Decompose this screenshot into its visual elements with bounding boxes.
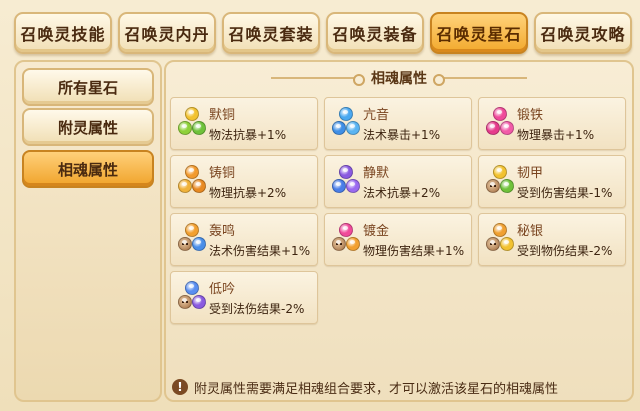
gem-icon	[346, 121, 360, 135]
divider-right	[433, 74, 527, 86]
attribute-card[interactable]: 静默 法术抗暴+2%	[324, 155, 472, 208]
attribute-effect: 受到物伤结果-2%	[517, 244, 613, 258]
gem-icon	[192, 121, 206, 135]
gem-icon	[192, 237, 206, 251]
attribute-effect: 物理伤害结果+1%	[363, 244, 465, 258]
panel-header: 相魂属性	[166, 66, 632, 90]
attribute-card[interactable]: 锻铁 物理暴击+1%	[478, 97, 626, 150]
attribute-effect: 法术抗暴+2%	[363, 186, 441, 200]
gem-icon	[500, 121, 514, 135]
gem-icon	[339, 107, 353, 121]
attribute-name: 静默	[363, 166, 390, 181]
game-window: 召唤灵技能 召唤灵内丹 召唤灵套装 召唤灵装备 召唤灵星石 召唤灵攻略 所有星石…	[0, 0, 640, 411]
gem-icon	[185, 223, 199, 237]
gem-icon	[500, 237, 514, 251]
gem-icon	[346, 237, 360, 251]
gem-icon	[493, 165, 507, 179]
attribute-effect: 物理抗暴+2%	[209, 186, 287, 200]
attribute-card[interactable]: 亢音 法术暴击+1%	[324, 97, 472, 150]
side-nav: 所有星石 附灵属性 相魂属性	[14, 60, 162, 402]
gem-combo-icon	[485, 221, 515, 259]
tab-star-stone[interactable]: 召唤灵星石	[430, 12, 528, 54]
attribute-name: 低吟	[209, 282, 236, 297]
gem-icon	[178, 179, 192, 193]
gem-combo-icon	[177, 163, 207, 201]
attribute-effect: 受到法伤结果-2%	[209, 302, 305, 316]
gem-icon	[500, 179, 514, 193]
nav-attach-attributes[interactable]: 附灵属性	[22, 108, 154, 146]
attribute-name: 锻铁	[517, 108, 544, 123]
attribute-card[interactable]: 铸铜 物理抗暴+2%	[170, 155, 318, 208]
gem-icon	[493, 223, 507, 237]
gem-icon	[178, 121, 192, 135]
gem-icon	[332, 121, 346, 135]
spirit-face-icon	[486, 237, 500, 251]
spirit-face-icon	[178, 295, 192, 309]
gem-icon	[192, 295, 206, 309]
attribute-name: 铸铜	[209, 166, 236, 181]
gem-combo-icon	[485, 163, 515, 201]
gem-combo-icon	[331, 163, 361, 201]
attribute-name: 轰鸣	[209, 224, 236, 239]
gem-icon	[486, 121, 500, 135]
gem-combo-icon	[485, 105, 515, 143]
attribute-effect: 法术伤害结果+1%	[209, 244, 311, 258]
attribute-effect: 物理暴击+1%	[517, 128, 595, 142]
gem-icon	[493, 107, 507, 121]
gem-icon	[192, 179, 206, 193]
gem-combo-icon	[177, 279, 207, 317]
attribute-name: 默铜	[209, 108, 236, 123]
gem-icon	[346, 179, 360, 193]
attribute-card[interactable]: 轰鸣 法术伤害结果+1%	[170, 213, 318, 266]
attribute-card[interactable]: 默铜 物法抗暴+1%	[170, 97, 318, 150]
attribute-card[interactable]: 低吟 受到法伤结果-2%	[170, 271, 318, 324]
nav-all-stones[interactable]: 所有星石	[22, 68, 154, 106]
tab-equipment[interactable]: 召唤灵装备	[326, 12, 424, 54]
gem-icon	[332, 179, 346, 193]
attribute-effect: 受到伤害结果-1%	[517, 186, 613, 200]
attribute-effect: 法术暴击+1%	[363, 128, 441, 142]
gem-combo-icon	[331, 221, 361, 259]
tab-inner-core[interactable]: 召唤灵内丹	[118, 12, 216, 54]
gem-icon	[185, 107, 199, 121]
gem-combo-icon	[177, 105, 207, 143]
warning-icon: !	[172, 379, 188, 395]
attribute-name: 亢音	[363, 108, 390, 123]
attribute-name: 韧甲	[517, 166, 544, 181]
spirit-face-icon	[332, 237, 346, 251]
gem-icon	[185, 281, 199, 295]
spirit-face-icon	[178, 237, 192, 251]
tab-skills[interactable]: 召唤灵技能	[14, 12, 112, 54]
tab-guide[interactable]: 召唤灵攻略	[534, 12, 632, 54]
attribute-effect: 物法抗暴+1%	[209, 128, 287, 142]
gem-icon	[339, 165, 353, 179]
gem-combo-icon	[177, 221, 207, 259]
nav-phase-soul-attributes[interactable]: 相魂属性	[22, 150, 154, 188]
attribute-name: 镀金	[363, 224, 390, 239]
gem-combo-icon	[331, 105, 361, 143]
requirement-notice: ! 附灵属性需要满足相魂组合要求，才可以激活该星石的相魂属性	[172, 376, 628, 398]
divider-left	[271, 74, 365, 86]
panel-title: 相魂属性	[371, 71, 427, 87]
gem-icon	[339, 223, 353, 237]
notice-text: 附灵属性需要满足相魂组合要求，才可以激活该星石的相魂属性	[194, 381, 559, 397]
attribute-card[interactable]: 秘银 受到物伤结果-2%	[478, 213, 626, 266]
gem-icon	[185, 165, 199, 179]
top-tabs: 召唤灵技能 召唤灵内丹 召唤灵套装 召唤灵装备 召唤灵星石 召唤灵攻略	[14, 12, 634, 54]
attribute-card[interactable]: 韧甲 受到伤害结果-1%	[478, 155, 626, 208]
attribute-name: 秘银	[517, 224, 544, 239]
tab-set[interactable]: 召唤灵套装	[222, 12, 320, 54]
attribute-panel: 相魂属性 默铜 物法抗暴+1% 亢音 法术暴击+1% 锻铁 物理暴击+1% 铸铜…	[164, 60, 634, 402]
attribute-card[interactable]: 镀金 物理伤害结果+1%	[324, 213, 472, 266]
spirit-face-icon	[486, 179, 500, 193]
